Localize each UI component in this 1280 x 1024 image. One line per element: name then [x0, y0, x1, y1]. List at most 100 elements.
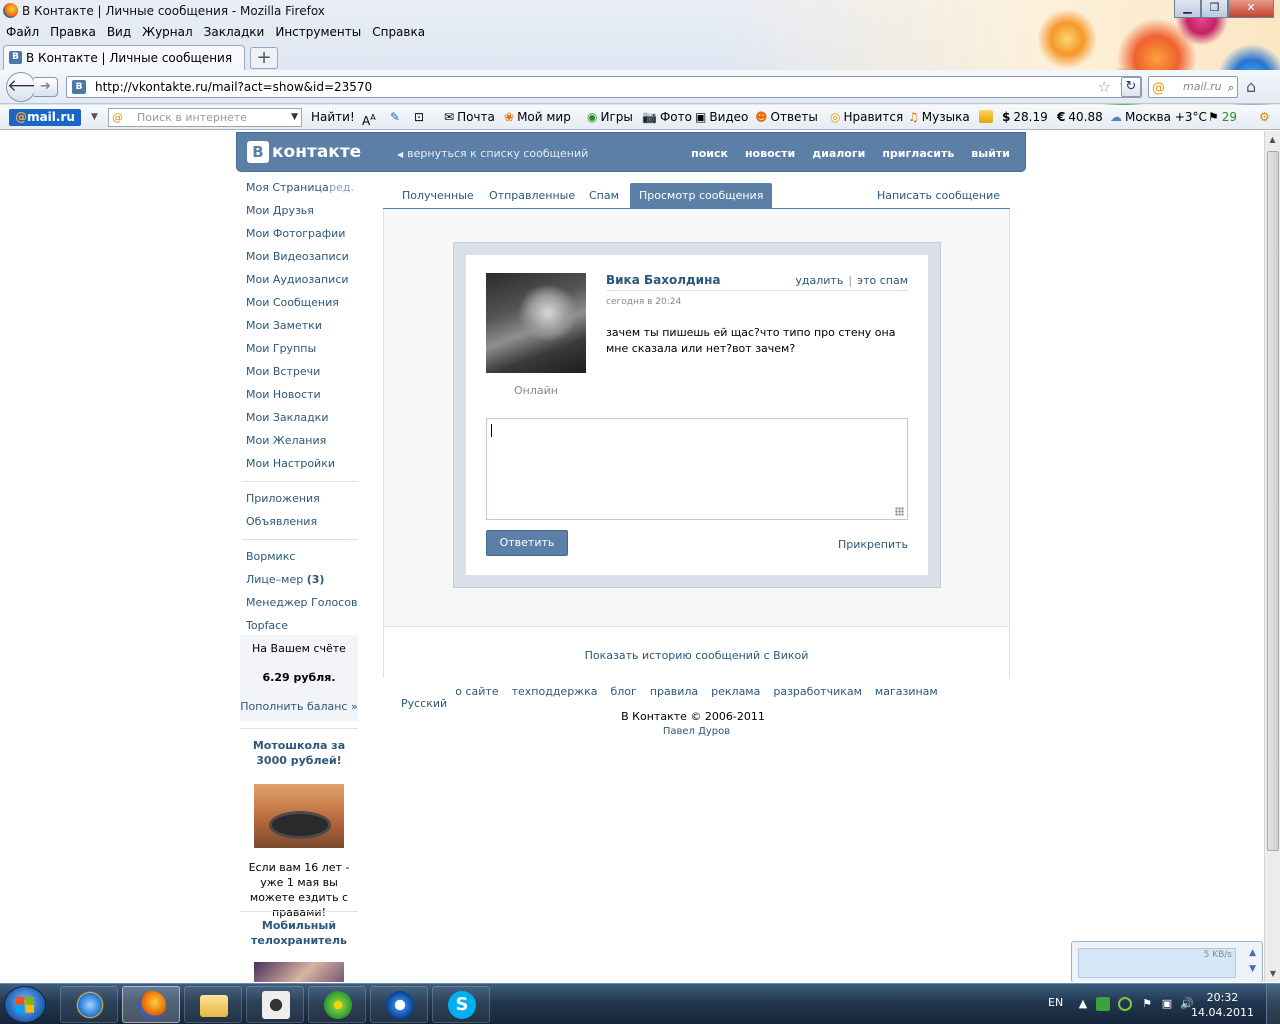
tab-inbox[interactable]: Полученные: [393, 183, 483, 208]
edit-link[interactable]: ред.: [329, 179, 354, 197]
network-icon[interactable]: ▣: [1160, 997, 1174, 1011]
chevron-up-icon[interactable]: ▲: [1249, 948, 1256, 958]
action-center-flag-icon[interactable]: ⚑: [1140, 997, 1154, 1011]
nav-dialogs[interactable]: диалоги: [812, 147, 865, 160]
menu-apps[interactable]: Приложения: [240, 490, 358, 513]
back-to-list-link[interactable]: ◀ вернуться к списку сообщений: [397, 147, 588, 160]
chevron-down-icon[interactable]: ▼: [1249, 964, 1256, 974]
menu-voices[interactable]: Менеджер Голосов: [240, 594, 358, 617]
ad-block[interactable]: Мотошкола за 3000 рублей! Если вам 16 ле…: [240, 738, 358, 920]
footer-about[interactable]: о сайте: [455, 685, 498, 698]
nav-logout[interactable]: выйти: [971, 147, 1010, 160]
attach-link[interactable]: Прикрепить: [838, 538, 908, 551]
taskbar-ie[interactable]: [60, 986, 118, 1023]
menu-settings[interactable]: Мои Настройки: [240, 455, 358, 478]
taskbar-skype[interactable]: S: [432, 986, 490, 1023]
menu-bookmarks[interactable]: Закладки: [204, 22, 265, 42]
tray-app-icon[interactable]: [1096, 997, 1110, 1011]
mailru-mail[interactable]: ✉ Почта: [444, 105, 495, 130]
nav-search[interactable]: поиск: [691, 147, 728, 160]
mailru-notes-icon[interactable]: [979, 110, 993, 123]
magnifier-icon[interactable]: ⌕: [1228, 78, 1234, 98]
author-link[interactable]: Павел Дуров: [383, 726, 1010, 737]
mailru-music[interactable]: ♫ Музыка: [908, 105, 970, 130]
footer-support[interactable]: техподдержка: [512, 685, 598, 698]
ad-image[interactable]: [254, 962, 344, 982]
tray-expand-icon[interactable]: ▲: [1076, 997, 1090, 1011]
taskbar-firefox[interactable]: [122, 986, 180, 1023]
menu-videos[interactable]: Мои Видеозаписи: [240, 248, 358, 271]
back-button[interactable]: 🡐: [6, 72, 53, 102]
mailru-settings-gear-icon[interactable]: ⚙: [1259, 105, 1270, 130]
mailru-search-input[interactable]: @ Поиск в интернете ▼: [108, 108, 302, 127]
maximize-button[interactable]: ❐: [1201, 0, 1228, 18]
mailru-games[interactable]: ◉ Игры: [587, 105, 633, 130]
ad-image-motorcycle[interactable]: [254, 784, 344, 848]
menu-audio[interactable]: Мои Аудиозаписи: [240, 271, 358, 294]
nav-news[interactable]: новости: [745, 147, 795, 160]
ad-block[interactable]: Мобильный телохранитель: [240, 918, 358, 982]
new-tab-button[interactable]: +: [250, 47, 278, 69]
taskbar-app[interactable]: [246, 986, 304, 1023]
mailru-search-dropdown-icon[interactable]: ▼: [291, 109, 298, 126]
close-button[interactable]: ✕: [1228, 0, 1274, 18]
mailru-video[interactable]: ▣ Видео: [695, 105, 748, 130]
delete-link[interactable]: удалить: [795, 274, 843, 287]
traffic[interactable]: ⚑ 29: [1208, 105, 1237, 130]
url-bar[interactable]: B http://vkontakte.ru/mail?act=show&id=2…: [66, 76, 1142, 98]
menu-messages[interactable]: Мои Сообщения: [240, 294, 358, 317]
menu-facemeasure[interactable]: Лице–мер (3): [240, 571, 358, 594]
menu-ads[interactable]: Объявления: [240, 513, 358, 536]
footer-developers[interactable]: разработчикам: [773, 685, 862, 698]
menu-groups[interactable]: Мои Группы: [240, 340, 358, 363]
browser-tab[interactable]: B В Контакте | Личные сообщения: [3, 45, 245, 70]
ad-title[interactable]: Мотошкола за 3000 рублей!: [240, 738, 358, 768]
tab-spam[interactable]: Спам: [580, 183, 628, 208]
show-desktop-button[interactable]: [1266, 984, 1280, 1024]
clock[interactable]: 20:32 14.04.2011: [1191, 990, 1254, 1020]
forward-button[interactable]: ➜: [34, 77, 58, 97]
mailru-menu-dropdown-icon[interactable]: ▼: [91, 105, 98, 130]
sender-avatar[interactable]: [486, 273, 586, 373]
menu-view[interactable]: Вид: [107, 22, 131, 42]
language-indicator[interactable]: EN: [1048, 996, 1063, 1009]
ad-title[interactable]: Мобильный телохранитель: [240, 918, 358, 948]
reply-textarea[interactable]: [486, 418, 908, 520]
menu-notes[interactable]: Мои Заметки: [240, 317, 358, 340]
taskbar-explorer[interactable]: [184, 986, 242, 1023]
sender-name[interactable]: Вика Бахолдина: [606, 273, 720, 287]
menu-bookmarks[interactable]: Мои Закладки: [240, 409, 358, 432]
language-link[interactable]: Русский: [401, 697, 447, 710]
menu-events[interactable]: Мои Встречи: [240, 363, 358, 386]
menu-tools[interactable]: Инструменты: [275, 22, 361, 42]
mailru-answers[interactable]: ☻ Ответы: [755, 105, 818, 130]
highlight-icon[interactable]: ✎: [390, 105, 400, 130]
reply-button[interactable]: Ответить: [486, 530, 568, 556]
bookmark-star-icon[interactable]: ☆: [1098, 77, 1111, 97]
vk-logo[interactable]: Bконтакте: [247, 141, 361, 163]
mailru-logo[interactable]: @mail.ru: [9, 109, 81, 126]
mailru-like[interactable]: ◎ Нравится: [830, 105, 903, 130]
menu-friends[interactable]: Мои Друзья: [240, 202, 358, 225]
menu-help[interactable]: Справка: [372, 22, 425, 42]
footer-rules[interactable]: правила: [650, 685, 698, 698]
menu-my-page[interactable]: Моя Страница ред.: [240, 179, 358, 202]
start-button[interactable]: [4, 986, 46, 1023]
menu-wishes[interactable]: Мои Желания: [240, 432, 358, 455]
footer-blog[interactable]: блог: [610, 685, 636, 698]
topup-link[interactable]: Пополнить баланс »: [240, 700, 358, 713]
eur-rate[interactable]: €40.88: [1057, 105, 1103, 130]
menu-edit[interactable]: Правка: [50, 22, 96, 42]
tray-icq-icon[interactable]: [1118, 997, 1132, 1011]
mailru-myworld[interactable]: ❀ Мой мир: [504, 105, 571, 130]
minimize-button[interactable]: ▁: [1174, 0, 1201, 18]
usd-rate[interactable]: $28.19: [1002, 105, 1048, 130]
footer-advert[interactable]: реклама: [711, 685, 760, 698]
taskbar-icq[interactable]: [308, 986, 366, 1023]
scroll-up-icon[interactable]: ▲: [1265, 131, 1280, 148]
show-history-link[interactable]: Показать историю сообщений с Викой: [384, 649, 1009, 662]
scroll-thumb[interactable]: [1267, 151, 1279, 851]
mailru-photo[interactable]: 📷 Фото: [642, 105, 692, 130]
menu-photos[interactable]: Мои Фотографии: [240, 225, 358, 248]
download-popup[interactable]: 5 KB/s ▲ ▼: [1071, 941, 1263, 982]
